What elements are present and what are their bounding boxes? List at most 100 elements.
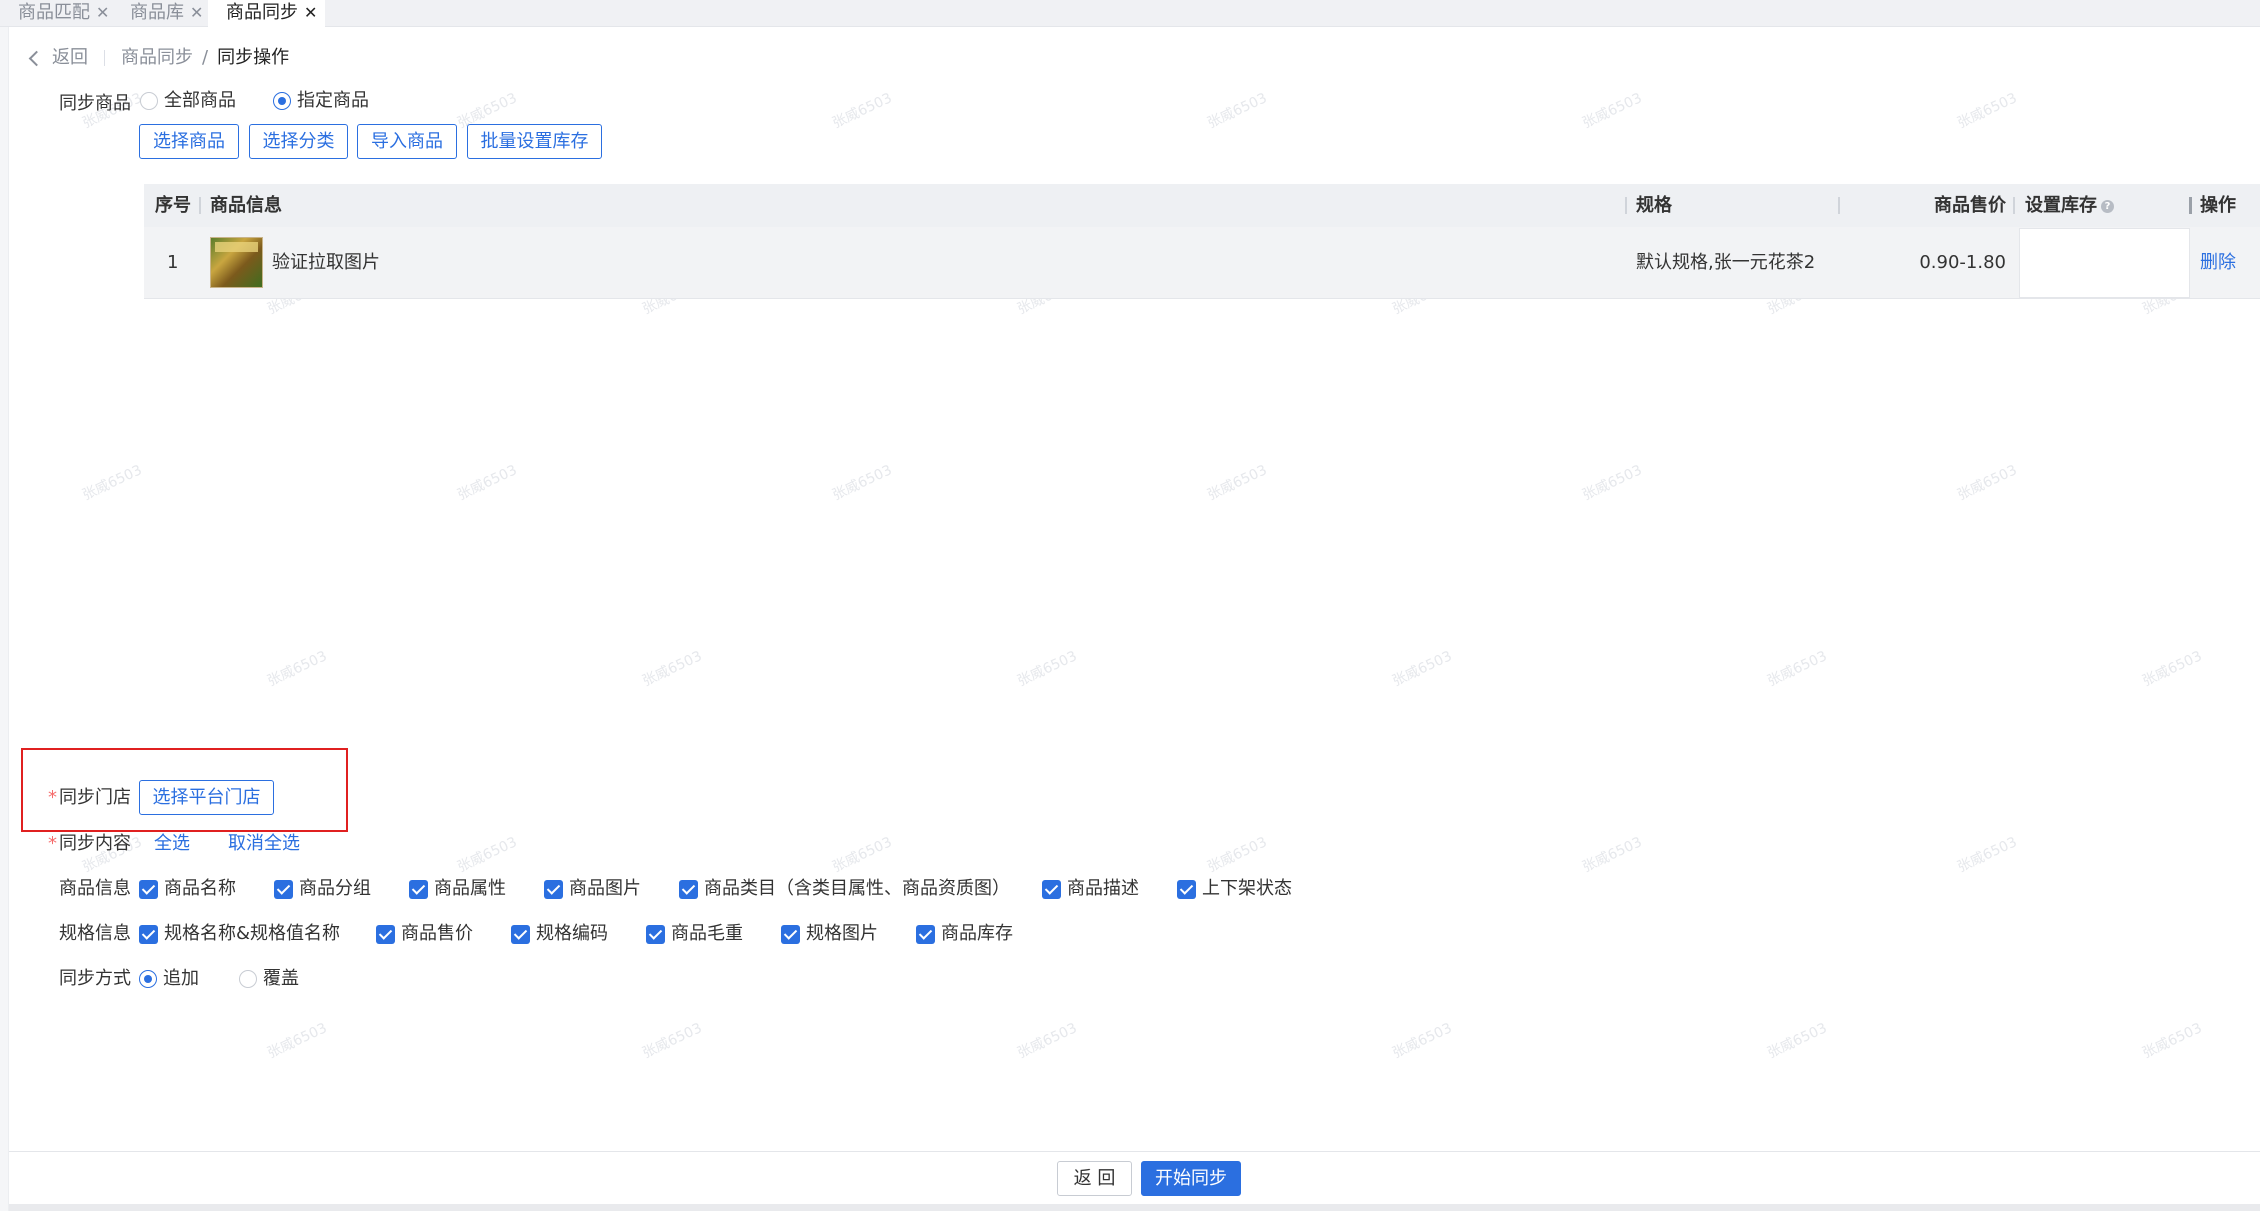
tab-goods-library[interactable]: 商品库 ✕ [112, 0, 211, 27]
checkbox-goods-desc[interactable]: 商品描述 [1042, 877, 1139, 901]
column-divider [1625, 197, 1627, 214]
checkbox-goods-group[interactable]: 商品分组 [274, 877, 371, 901]
watermark-text: 张威6503 [830, 834, 895, 876]
close-icon[interactable]: ✕ [96, 3, 109, 22]
checkbox-label: 商品名称 [164, 878, 236, 899]
close-icon[interactable]: ✕ [304, 3, 317, 22]
checkbox-label: 规格名称&规格值名称 [164, 923, 341, 944]
goods-table: 序号 商品信息 规格 商品售价(元) 设置库存? 操作 1 验证拉取图片 默认规… [144, 184, 2260, 299]
footer-bar: 返 回 开始同步 [9, 1151, 2260, 1211]
checkbox-checked-icon [139, 924, 158, 944]
breadcrumb-separator: / [202, 47, 209, 68]
checkbox-sale-price[interactable]: 商品售价 [376, 922, 473, 946]
radio-icon [140, 92, 158, 110]
checkbox-spec-code[interactable]: 规格编码 [511, 922, 608, 946]
table-row: 1 验证拉取图片 默认规格,张一元花茶2 0.90-1.80 删除 [144, 227, 2260, 299]
delete-link[interactable]: 删除 [2200, 251, 2236, 275]
tab-goods-match[interactable]: 商品匹配 ✕ [0, 0, 117, 27]
sync-mode-label: 同步方式 [59, 968, 131, 989]
watermark-text: 张威6503 [80, 462, 145, 504]
divider [104, 50, 105, 66]
checkbox-checked-icon [409, 879, 428, 899]
checkbox-goods-attr[interactable]: 商品属性 [409, 877, 506, 901]
breadcrumb-parent[interactable]: 商品同步 [121, 46, 193, 70]
checkbox-goods-image[interactable]: 商品图片 [544, 877, 641, 901]
checkbox-goods-category[interactable]: 商品类目（含类目属性、商品资质图） [679, 877, 1010, 901]
spec-info-label: 规格信息 [59, 923, 131, 944]
watermark-text: 张威6503 [1015, 648, 1080, 690]
col-op: 操作 [2200, 195, 2236, 216]
watermark-text: 张威6503 [640, 648, 705, 690]
watermark-text: 张威6503 [1580, 90, 1645, 132]
sync-content-label: * 同步内容 [48, 832, 131, 856]
checkbox-checked-icon [916, 924, 935, 944]
sync-content-text: 同步内容 [59, 833, 131, 854]
watermark-text: 张威6503 [2140, 648, 2205, 690]
radio-specified-goods[interactable]: 指定商品 [273, 89, 369, 113]
goods-spec: 默认规格,张一元花茶2 [1636, 252, 1816, 273]
chevron-left-icon [28, 50, 45, 66]
checkbox-label: 商品售价 [401, 923, 473, 944]
checkbox-label: 商品属性 [434, 878, 506, 899]
checkbox-label: 商品类目（含类目属性、商品资质图） [704, 878, 1010, 899]
checkbox-checked-icon [511, 924, 530, 944]
horizontal-scrollbar[interactable] [9, 1204, 2260, 1211]
required-mark: * [48, 787, 57, 808]
deselect-all-link[interactable]: 取消全选 [228, 832, 300, 856]
tab-label: 商品库 [130, 2, 184, 23]
help-icon[interactable]: ? [2101, 199, 2114, 213]
tab-label: 商品匹配 [18, 2, 90, 23]
goods-thumbnail [210, 237, 263, 288]
watermark-text: 张威6503 [830, 462, 895, 504]
tab-goods-sync[interactable]: 商品同步 ✕ [208, 0, 326, 28]
watermark-text: 张威6503 [1955, 834, 2020, 876]
goods-info-label: 商品信息 [59, 878, 131, 899]
checkbox-checked-icon [376, 924, 395, 944]
tab-bar: 商品匹配 ✕ 商品库 ✕ 商品同步 ✕ [0, 0, 2260, 28]
import-goods-button[interactable]: 导入商品 [357, 124, 457, 159]
radio-label: 追加 [163, 968, 199, 989]
checkbox-shelf-status[interactable]: 上下架状态 [1177, 877, 1292, 901]
watermark-text: 张威6503 [1955, 90, 2020, 132]
watermark-text: 张威6503 [1765, 1020, 1830, 1062]
checkbox-label: 规格编码 [536, 923, 608, 944]
close-icon[interactable]: ✕ [190, 3, 203, 22]
breadcrumb: 返回 商品同步 / 同步操作 [27, 46, 289, 70]
radio-append[interactable]: 追加 [139, 967, 199, 991]
radio-label: 全部商品 [164, 90, 236, 111]
checkbox-checked-icon [679, 879, 698, 899]
column-divider [1838, 197, 1840, 214]
checkbox-label: 商品图片 [569, 878, 641, 899]
watermark-text: 张威6503 [1205, 834, 1270, 876]
radio-overwrite[interactable]: 覆盖 [239, 967, 299, 991]
select-platform-store-button[interactable]: 选择平台门店 [139, 780, 274, 815]
checkbox-checked-icon [544, 879, 563, 899]
checkbox-spec-image[interactable]: 规格图片 [781, 922, 878, 946]
watermark-text: 张威6503 [265, 648, 330, 690]
stock-input[interactable] [2020, 229, 2189, 297]
checkbox-spec-name[interactable]: 规格名称&规格值名称 [139, 922, 340, 946]
checkbox-label: 商品分组 [299, 878, 371, 899]
watermark-text: 张威6503 [1765, 648, 1830, 690]
required-mark: * [48, 833, 57, 854]
checkbox-goods-stock[interactable]: 商品库存 [916, 922, 1013, 946]
col-stock-label: 设置库存 [2025, 195, 2097, 216]
checkbox-goods-name[interactable]: 商品名称 [139, 877, 236, 901]
checkbox-label: 商品描述 [1067, 878, 1139, 899]
watermark-text: 张威6503 [1580, 462, 1645, 504]
checkbox-gross-weight[interactable]: 商品毛重 [646, 922, 743, 946]
column-divider [199, 197, 201, 214]
radio-all-goods[interactable]: 全部商品 [140, 89, 236, 113]
select-goods-button[interactable]: 选择商品 [139, 124, 239, 159]
checkbox-checked-icon [1042, 879, 1061, 899]
select-category-button[interactable]: 选择分类 [249, 124, 348, 159]
watermark-text: 张威6503 [265, 1020, 330, 1062]
footer-back-button[interactable]: 返 回 [1057, 1161, 1132, 1196]
start-sync-button[interactable]: 开始同步 [1141, 1161, 1241, 1196]
back-link[interactable]: 返回 [27, 46, 88, 70]
batch-set-stock-button[interactable]: 批量设置库存 [467, 124, 602, 159]
checkbox-checked-icon [274, 879, 293, 899]
watermark-text: 张威6503 [830, 90, 895, 132]
checkbox-checked-icon [1177, 879, 1196, 899]
select-all-link[interactable]: 全选 [154, 832, 190, 856]
